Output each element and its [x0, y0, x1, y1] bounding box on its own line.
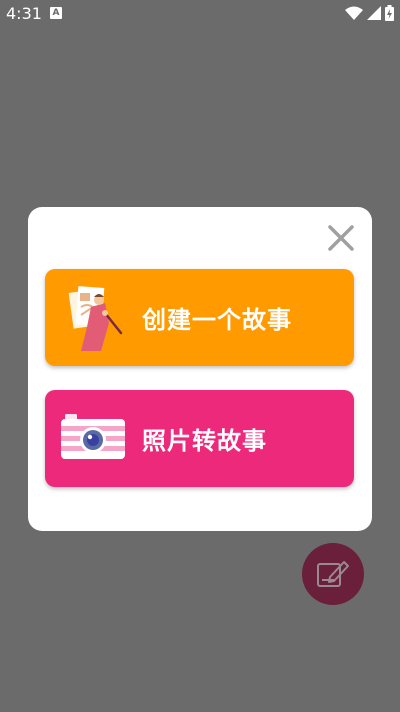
signal-icon: [367, 6, 381, 20]
photo-to-story-label: 照片转故事: [142, 427, 267, 455]
status-bar: 4:31 A: [0, 0, 400, 28]
story-options-dialog: 创建一个故事 照片转故事: [28, 207, 372, 531]
status-time: 4:31: [6, 4, 42, 23]
drawing-illustration-icon: [68, 286, 123, 351]
status-icons: [345, 5, 394, 21]
create-story-button[interactable]: 创建一个故事: [45, 269, 354, 366]
photo-to-story-button[interactable]: 照片转故事: [45, 390, 354, 487]
close-icon: [328, 225, 354, 251]
screen: 4:31 A 创建一个故事 照片转故事: [0, 0, 400, 712]
close-button[interactable]: [324, 221, 358, 255]
camera-illustration-icon: [61, 414, 125, 459]
wifi-icon: [345, 6, 363, 20]
compose-fab[interactable]: [302, 543, 364, 605]
notification-a-icon: A: [50, 7, 62, 19]
battery-charging-icon: [385, 5, 394, 21]
create-story-label: 创建一个故事: [142, 306, 292, 334]
compose-icon: [317, 561, 349, 587]
